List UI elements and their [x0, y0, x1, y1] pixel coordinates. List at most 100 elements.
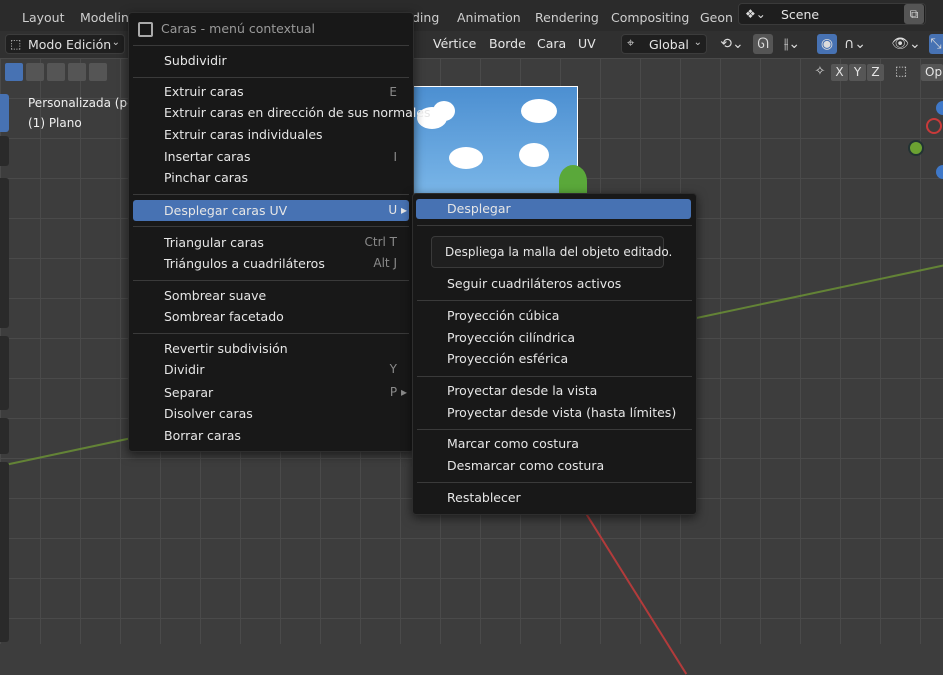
scene-label: Scene — [781, 7, 820, 22]
toolbar-tool-group[interactable] — [0, 178, 9, 328]
toolbar-tool[interactable] — [0, 418, 9, 454]
menu-item-borrar-caras[interactable]: Borrar caras — [164, 428, 241, 443]
submenu-item-restablecer[interactable]: Restablecer — [447, 490, 521, 505]
separator — [133, 77, 409, 78]
scene-selector[interactable]: ❖⌄ Scene — [738, 3, 926, 25]
orientation-icon: ⌖ — [627, 36, 635, 51]
falloff-icon[interactable]: ∩⌄ — [839, 34, 871, 54]
options-button[interactable]: Op — [921, 64, 943, 81]
tab-rendering[interactable]: Rendering — [535, 10, 599, 26]
menu-vertex[interactable]: Vértice — [433, 36, 476, 51]
submenu-item-seguir-cuadrilateros[interactable]: Seguir cuadriláteros activos — [447, 276, 621, 291]
separator — [133, 45, 409, 46]
face-select-icon[interactable] — [47, 63, 65, 81]
shortcut: I — [393, 150, 397, 164]
menu-item-dividir[interactable]: Dividir — [164, 362, 205, 377]
proportional-edit-icon[interactable]: ◉ — [817, 34, 837, 54]
select-mode-invert-icon[interactable] — [89, 63, 107, 81]
cloud-shape — [521, 99, 557, 123]
separator — [133, 333, 409, 334]
menu-uv[interactable]: UV — [578, 36, 596, 51]
separator — [133, 194, 409, 195]
new-scene-icon[interactable]: ⧉ — [904, 4, 924, 24]
chevron-down-icon: ⌄ — [111, 37, 120, 48]
toolbar-tool-select[interactable] — [0, 94, 9, 132]
separator — [133, 226, 409, 227]
shortcut: Ctrl T — [364, 235, 398, 249]
textured-plane-object[interactable] — [408, 86, 587, 197]
cloud-shape — [519, 143, 549, 167]
menu-item-pinchar-caras[interactable]: Pinchar caras — [164, 170, 248, 185]
submenu-item-proyectar-vista-limites[interactable]: Proyectar desde vista (hasta límites) — [447, 405, 676, 420]
transform-orientation-selector[interactable]: ⌖ Global ⌄ — [621, 34, 707, 54]
menu-item-desplegar-caras-uv[interactable]: Desplegar caras UV — [164, 203, 287, 218]
select-mode-extend-icon[interactable] — [68, 63, 86, 81]
menu-item-triangular-caras[interactable]: Triangular caras — [164, 235, 264, 250]
gizmo-z-neg-icon[interactable] — [936, 165, 943, 179]
view-name-overlay: Personalizada (per — [28, 96, 140, 110]
menu-item-separar[interactable]: Separar — [164, 385, 213, 400]
chevron-down-icon: ⌄ — [693, 37, 702, 48]
separator — [417, 482, 692, 483]
tab-shading-partial[interactable]: ding — [412, 10, 439, 26]
menu-item-sombrear-suave[interactable]: Sombrear suave — [164, 288, 266, 303]
vertex-select-icon[interactable] — [5, 63, 23, 81]
gizmo-x-axis-icon[interactable] — [926, 118, 942, 134]
menu-title: Caras - menú contextual — [161, 21, 316, 36]
gizmo-y-axis-icon[interactable] — [908, 140, 924, 156]
submenu-item-proyectar-vista[interactable]: Proyectar desde la vista — [447, 383, 597, 398]
tab-geometry-nodes-partial[interactable]: Geon — [700, 10, 733, 26]
mode-selector[interactable]: ⬚ Modo Edición ⌄ — [5, 34, 125, 54]
face-icon — [138, 22, 153, 37]
separator — [417, 300, 692, 301]
edge-select-icon[interactable] — [26, 63, 44, 81]
snap-target-icon[interactable]: ⫲⌄ — [775, 34, 809, 54]
menu-item-subdividir[interactable]: Subdividir — [164, 53, 227, 68]
separator — [133, 280, 409, 281]
cloud-shape — [449, 147, 483, 169]
menu-item-extruir-caras[interactable]: Extruir caras — [164, 84, 244, 99]
submenu-item-proyeccion-esferica[interactable]: Proyección esférica — [447, 351, 568, 366]
submenu-item-desplegar[interactable]: Desplegar — [447, 201, 511, 216]
tab-compositing[interactable]: Compositing — [611, 10, 689, 26]
separator — [417, 429, 692, 430]
shortcut: E — [389, 85, 397, 99]
menu-item-revertir-subdivision[interactable]: Revertir subdivisión — [164, 341, 288, 356]
face-context-menu: Caras - menú contextual Subdividir Extru… — [128, 12, 431, 452]
submenu-item-marcar-costura[interactable]: Marcar como costura — [447, 436, 579, 451]
menu-item-extruir-normales[interactable]: Extruir caras en dirección de sus normal… — [164, 105, 431, 120]
toolbar-tool-group[interactable] — [0, 336, 9, 410]
mirror-icon[interactable]: ✧ — [810, 62, 830, 82]
gizmo-toggle-icon[interactable]: ⤡ — [929, 34, 943, 54]
submenu-item-desmarcar-costura[interactable]: Desmarcar como costura — [447, 458, 604, 473]
submenu-item-proyeccion-cubica[interactable]: Proyección cúbica — [447, 308, 559, 323]
object-name-overlay: (1) Plano — [28, 116, 82, 130]
menu-item-extruir-individuales[interactable]: Extruir caras individuales — [164, 127, 323, 142]
shortcut: Y — [389, 362, 397, 376]
menu-face[interactable]: Cara — [537, 36, 566, 51]
mirror-x-button[interactable]: X — [831, 64, 848, 81]
mirror-y-button[interactable]: Y — [849, 64, 866, 81]
tab-animation[interactable]: Animation — [457, 10, 521, 26]
shortcut: Alt J — [373, 256, 397, 270]
mode-label: Modo Edición — [28, 37, 112, 52]
auto-merge-icon[interactable]: ⬚ — [891, 62, 911, 82]
snap-toggle-icon[interactable]: ᘏ — [753, 34, 773, 54]
menu-item-insertar-caras[interactable]: Insertar caras — [164, 149, 250, 164]
submenu-item-proyeccion-cilindrica[interactable]: Proyección cilíndrica — [447, 330, 575, 345]
gizmo-z-axis-icon[interactable] — [936, 101, 943, 115]
menu-item-triangulos-cuadrilateros[interactable]: Triángulos a cuadriláteros — [164, 256, 325, 271]
separator — [417, 225, 692, 226]
menu-edge[interactable]: Borde — [489, 36, 526, 51]
toolbar-tool[interactable] — [0, 136, 9, 166]
pivot-point-icon[interactable]: ⟲⌄ — [717, 34, 747, 54]
menu-item-sombrear-facetado[interactable]: Sombrear facetado — [164, 309, 284, 324]
tooltip: Despliega la malla del objeto editado. — [431, 236, 672, 268]
toolbar-tool-group[interactable] — [0, 462, 9, 642]
visibility-icon[interactable]: 👁⌄ — [889, 34, 923, 54]
tab-layout[interactable]: Layout — [22, 10, 65, 26]
mirror-z-button[interactable]: Z — [867, 64, 884, 81]
scene-icon: ❖⌄ — [745, 7, 766, 21]
menu-item-disolver-caras[interactable]: Disolver caras — [164, 406, 253, 421]
submenu-arrow: U ▸ — [388, 203, 407, 217]
